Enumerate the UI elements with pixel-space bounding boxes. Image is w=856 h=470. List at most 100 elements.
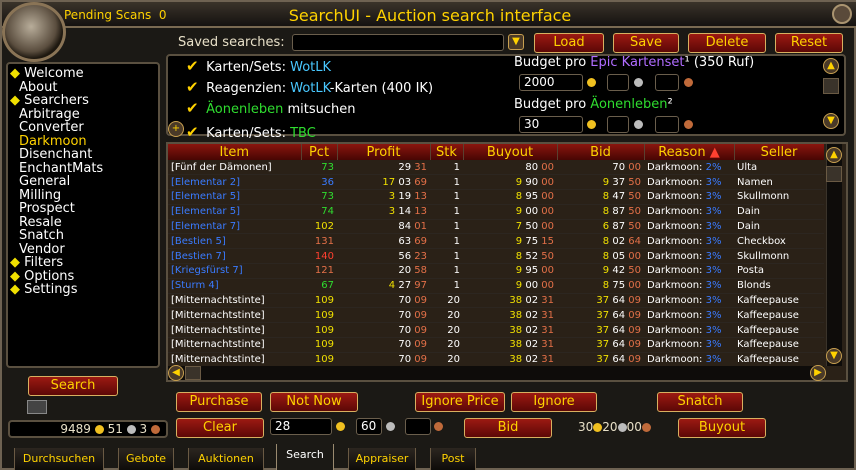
table-row[interactable]: [Mitternachtstinte] 109 70 09 20 38 02 31 37 … [168,307,824,324]
table-row[interactable]: [Elementar 5] 74 3 14 13 1 9 00 00 8 87 50 Dar… [168,204,824,220]
sidebar-item-welcome[interactable]: ◆ Welcome [10,67,158,81]
bid-copper-input[interactable] [405,418,431,435]
sidebar-item-snatch[interactable]: Snatch [10,229,158,243]
table-row[interactable]: [Mitternachtstinte] 109 70 09 20 38 02 31 37 … [168,337,824,353]
sidebar-item-about[interactable]: About [10,80,158,95]
tab-appraiser[interactable]: Appraiser [348,448,416,470]
ignore-price-button[interactable]: Ignore Price [415,392,505,412]
money-part: 09 [628,295,641,307]
sidebar-item-converter[interactable]: Converter [10,121,158,135]
save-button[interactable]: Save [613,33,679,53]
sidebar-item-searchers[interactable]: ◆ Searchers [10,94,158,108]
reason-text: Darkmoon: [647,235,703,247]
column-header-stk[interactable]: Stk [430,144,464,160]
cell-buyout: 9 00 00 [463,278,557,294]
table-row[interactable]: [Mitternachtstinte] 109 70 09 20 38 02 31 37 … [168,293,824,309]
tab-durchsuchen[interactable]: Durchsuchen [14,448,104,470]
cell-item: [Fünf der Dämonen] [168,160,301,176]
money-part: 8 [515,191,523,203]
results-scroll-thumb[interactable] [826,166,842,182]
sidebar-item-settings[interactable]: ◆ Settings [10,283,158,297]
tab-post[interactable]: Post [430,448,476,470]
money-part: 29 [398,161,412,173]
settings-scroll-thumb[interactable] [823,78,839,94]
tab-gebote[interactable]: Gebote [118,448,174,470]
column-header-profit[interactable]: Profit [337,144,431,160]
sidebar-item-darkmoon[interactable]: Darkmoon [10,134,158,149]
sidebar-item-milling[interactable]: Milling [10,188,158,203]
table-row[interactable]: [Elementar 2] 36 17 03 69 1 9 90 00 9 37 50 Da… [168,174,824,191]
column-header-bid[interactable]: Bid [557,144,645,160]
table-row[interactable]: [Elementar 7] 102 84 01 1 7 50 00 6 87 50 Dark… [168,219,824,235]
tab-auktionen[interactable]: Auktionen [188,448,264,470]
tab-search[interactable]: Search [276,444,334,470]
copper-coin-icon [151,425,160,434]
column-header-pct[interactable]: Pct [301,144,338,160]
chevron-down-icon[interactable]: ▼ [508,34,524,50]
option-row-3[interactable]: ✔ Äonenleben mitsuchen [186,99,433,120]
sidebar-item-prospect[interactable]: Prospect [10,202,158,216]
ignore-button[interactable]: Ignore [511,392,597,412]
table-row[interactable]: [Kriegsfürst 7] 121 20 58 1 9 95 00 9 42 50 Da… [168,263,824,279]
bid-gold-input[interactable]: 28 [270,418,332,435]
budget2-silver-input[interactable] [607,116,629,133]
sidebar-item-vendor[interactable]: Vendor [10,242,158,257]
checkbox-checked-icon[interactable]: ✔ [186,80,202,96]
toggle-icon[interactable] [27,400,47,414]
table-row[interactable]: [Bestien 5] 131 63 69 1 9 75 15 8 02 64 Darkmo… [168,233,824,250]
sidebar-item-enchantmats[interactable]: EnchantMats [10,161,158,176]
delete-button[interactable]: Delete [688,33,766,53]
table-row[interactable]: [Elementar 5] 73 3 19 13 1 8 95 00 8 47 50 Dar… [168,189,824,205]
sidebar-item-resale[interactable]: Resale [10,215,158,230]
table-row[interactable]: [Mitternachtstinte] 109 70 09 20 38 02 31 37 … [168,352,824,366]
reset-button[interactable]: Reset [775,33,843,53]
table-row[interactable]: [Sturm 4] 67 4 27 97 1 9 00 00 8 75 00 Darkmoo… [168,278,824,294]
sidebar-item-general[interactable]: General [10,175,158,189]
column-header-reason[interactable]: Reason ▲ [644,144,735,160]
scroll-up-icon[interactable]: ▲ [826,147,842,163]
option-row-4[interactable]: ✔ Karten/Sets: TBC [186,123,433,144]
table-row[interactable]: [Mitternachtstinte] 109 70 09 20 38 02 31 37 … [168,322,824,339]
sidebar-item-arbitrage[interactable]: Arbitrage [10,107,158,122]
sidebar-item-options[interactable]: ◆ Options [10,269,158,284]
scroll-down-icon[interactable]: ▼ [826,348,842,364]
not-now-button[interactable]: Not Now [270,392,358,412]
option-row-1[interactable]: ✔ Karten/Sets: WotLK [186,57,433,78]
checkbox-checked-icon[interactable]: ✔ [186,125,202,141]
column-header-buyout[interactable]: Buyout [463,144,558,160]
budget2-copper-input[interactable] [655,116,679,133]
budget2-gold-input[interactable]: 30 [519,116,583,133]
close-icon[interactable] [832,4,852,24]
horizontal-scrollbar[interactable] [168,366,824,380]
snatch-button[interactable]: Snatch [657,392,743,412]
saved-searches-select[interactable] [292,34,504,51]
search-button[interactable]: Search [28,376,118,396]
checkbox-checked-icon[interactable]: ✔ [186,101,202,117]
sidebar-item-disenchant[interactable]: Disenchant [10,148,158,162]
scroll-down-icon[interactable]: ▼ [823,113,839,129]
column-header-seller[interactable]: Seller [734,144,824,160]
horizontal-scroll-thumb[interactable] [185,366,201,380]
plus-icon[interactable]: + [168,121,184,137]
sidebar-item-filters[interactable]: ◆ Filters [10,256,158,270]
scroll-up-icon[interactable]: ▲ [823,58,839,74]
column-header-item[interactable]: Item [168,144,302,160]
portrait-avatar [2,2,66,62]
purchase-button[interactable]: Purchase [176,392,262,412]
scroll-right-icon[interactable]: ▶ [810,365,826,381]
budget1-copper-input[interactable] [655,74,679,91]
option-row-2[interactable]: ✔ Reagenzien: WotLK-Karten (400 IK) [186,78,433,99]
money-part: 3 [388,206,396,218]
checkbox-checked-icon[interactable]: ✔ [186,59,202,75]
buyout-button[interactable]: Buyout [678,418,766,438]
bid-button[interactable]: Bid [464,418,552,438]
clear-button[interactable]: Clear [176,418,264,438]
table-row[interactable]: [Fünf der Dämonen] 73 29 31 1 80 00 70 00 Dark… [168,160,824,176]
bid-silver-input[interactable]: 60 [356,418,382,435]
budget1-gold-input[interactable]: 2000 [519,74,583,91]
scroll-left-icon[interactable]: ◀ [168,365,184,381]
table-row[interactable]: [Bestien 7] 140 56 23 1 8 52 50 8 05 00 Darkmo… [168,248,824,265]
budget1-silver-input[interactable] [607,74,629,91]
money-part: 09 [628,354,641,366]
load-button[interactable]: Load [534,33,604,53]
